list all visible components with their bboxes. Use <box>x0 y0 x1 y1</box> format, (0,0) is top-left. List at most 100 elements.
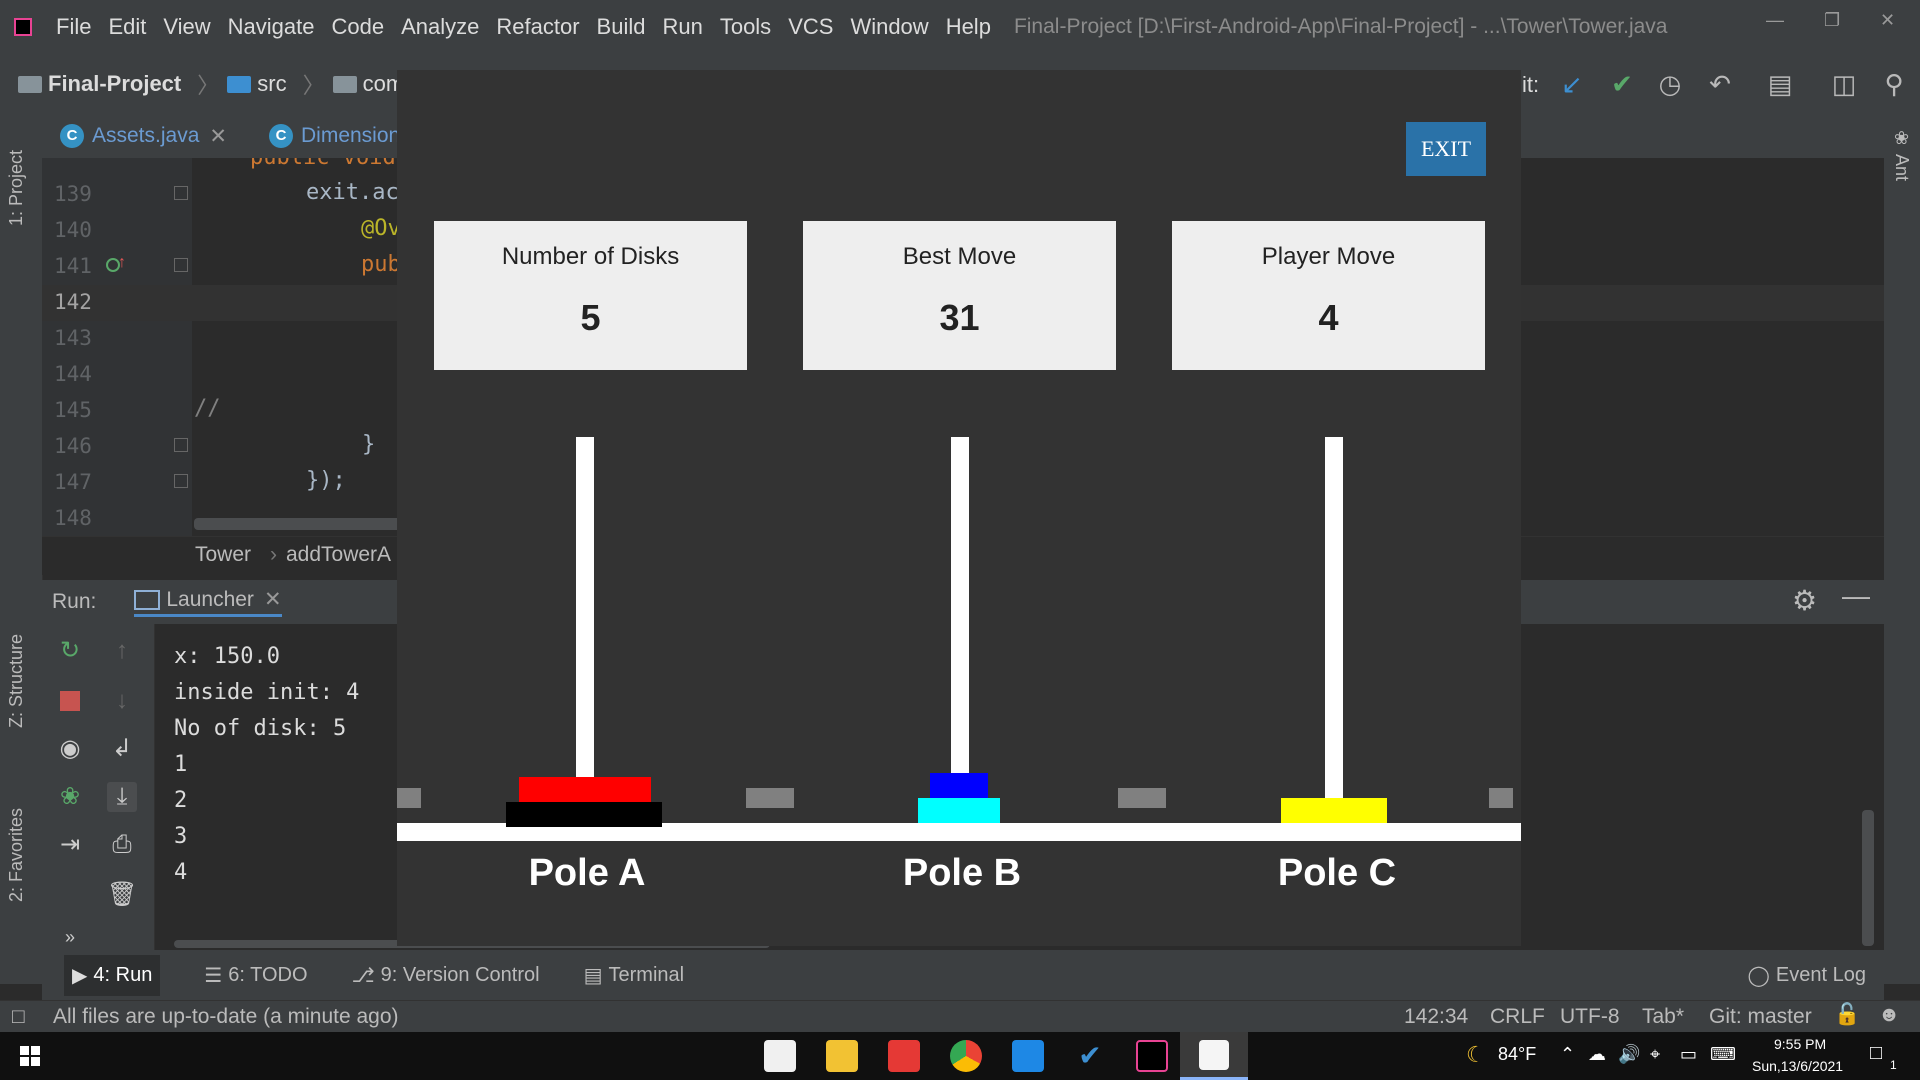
store-icon[interactable] <box>764 1040 796 1072</box>
caret-position[interactable]: 142:34 <box>1404 1005 1468 1029</box>
git-branch[interactable]: Git: master <box>1709 1005 1812 1029</box>
scroll-to-end-icon[interactable]: ⤓ <box>107 782 137 812</box>
mail-icon[interactable] <box>1012 1040 1044 1072</box>
tab-terminal[interactable]: ▤ Terminal <box>584 963 684 988</box>
indent-setting[interactable]: Tab* <box>1642 1005 1684 1029</box>
battery-icon[interactable]: ▭ <box>1680 1044 1697 1065</box>
network-icon[interactable]: ☁ <box>1588 1044 1606 1065</box>
volume-icon[interactable]: 🔊 <box>1618 1044 1640 1065</box>
rollback-icon[interactable]: ↶ <box>1704 68 1736 100</box>
breadcrumb-src[interactable]: src <box>227 71 287 97</box>
close-tab-icon[interactable]: ✕ <box>209 124 227 149</box>
close-tab-icon[interactable]: ✕ <box>264 587 282 612</box>
camera-icon[interactable]: ◉ <box>55 734 85 764</box>
pole-a[interactable] <box>576 437 594 823</box>
menu-build[interactable]: Build <box>597 14 646 40</box>
keyboard-icon[interactable]: ⌨ <box>1710 1044 1736 1065</box>
hide-panel-icon[interactable]: — <box>1842 580 1870 612</box>
favorites-tool-tab[interactable]: 2: Favorites <box>6 808 27 902</box>
exit-icon[interactable]: ⇥ <box>55 830 85 860</box>
pole-c[interactable] <box>1325 437 1343 823</box>
stop-icon[interactable] <box>55 686 85 716</box>
breadcrumb-method[interactable]: addTowerA <box>286 543 391 567</box>
intellij-taskbar-icon[interactable] <box>1136 1040 1168 1072</box>
breadcrumb-com[interactable]: com <box>332 71 404 97</box>
menu-navigate[interactable]: Navigate <box>228 14 315 40</box>
restore-icon[interactable]: ❐ <box>1824 10 1840 31</box>
clock-time[interactable]: 9:55 PM <box>1774 1036 1826 1052</box>
fold-icon[interactable] <box>174 186 188 200</box>
tab-version-control[interactable]: ⎇ 9: Version Control <box>352 963 540 988</box>
menu-vcs[interactable]: VCS <box>788 14 833 40</box>
tab-todo[interactable]: ☰ 6: TODO <box>204 963 307 988</box>
lock-icon[interactable]: 🔓 <box>1834 1003 1860 1027</box>
menu-help[interactable]: Help <box>946 14 991 40</box>
disk[interactable] <box>918 798 1000 823</box>
fold-icon[interactable] <box>174 438 188 452</box>
windows-start-icon[interactable] <box>20 1046 40 1066</box>
menu-analyze[interactable]: Analyze <box>401 14 479 40</box>
soft-wrap-icon[interactable]: ↲ <box>107 734 137 764</box>
disk[interactable] <box>1281 798 1387 823</box>
menu-window[interactable]: Window <box>850 14 928 40</box>
file-explorer-icon[interactable] <box>826 1040 858 1072</box>
minimize-icon[interactable]: — <box>1766 10 1784 31</box>
vcs-commit-icon[interactable]: ✔ <box>1606 68 1638 100</box>
settings-gear-icon[interactable]: ⚙ <box>1792 584 1817 617</box>
fold-icon[interactable] <box>174 474 188 488</box>
breadcrumb-class[interactable]: Tower <box>195 543 251 567</box>
gift-app-icon[interactable] <box>888 1040 920 1072</box>
weather-moon-icon[interactable]: ☾ <box>1466 1042 1486 1068</box>
chrome-icon[interactable] <box>950 1040 982 1072</box>
tab-assets-java[interactable]: C Assets.java ✕ <box>60 124 227 149</box>
disk[interactable] <box>519 777 651 802</box>
disk[interactable] <box>930 773 988 798</box>
file-encoding[interactable]: UTF-8 <box>1560 1005 1620 1029</box>
more-icon[interactable]: » <box>55 922 85 952</box>
tab-event-log[interactable]: ◯ Event Log <box>1748 963 1866 988</box>
line-separator[interactable]: CRLF <box>1490 1005 1545 1029</box>
tab-launcher[interactable]: Launcher ✕ <box>134 587 282 617</box>
tab-run[interactable]: ▶ 4: Run <box>64 954 161 996</box>
ant-icon[interactable]: ❀ <box>1894 128 1909 149</box>
console-vertical-scrollbar[interactable] <box>1862 810 1874 946</box>
fold-icon[interactable] <box>174 258 188 272</box>
debug-icon[interactable]: ❀ <box>55 782 85 812</box>
exit-button[interactable]: EXIT <box>1406 122 1486 176</box>
trash-icon[interactable]: 🗑 <box>107 880 137 910</box>
clock-date[interactable]: Sun,13/6/2021 <box>1752 1058 1843 1074</box>
wifi-icon[interactable]: ⌖ <box>1650 1044 1660 1065</box>
structure-tool-tab[interactable]: Z: Structure <box>6 634 27 728</box>
panel-toggle-icon[interactable]: □ <box>12 1005 25 1029</box>
inspector-icon[interactable]: ☻ <box>1878 1003 1900 1027</box>
breadcrumb-project[interactable]: Final-Project <box>18 71 181 97</box>
menu-refactor[interactable]: Refactor <box>496 14 579 40</box>
menu-view[interactable]: View <box>163 14 210 40</box>
tab-dimension-java[interactable]: C Dimension.j <box>269 124 411 148</box>
pole-b[interactable] <box>951 437 969 823</box>
notifications-icon[interactable]: □ <box>1870 1042 1882 1065</box>
project-structure-icon[interactable]: ▤ <box>1764 68 1796 100</box>
menu-tools[interactable]: Tools <box>720 14 771 40</box>
ant-tool-tab[interactable]: Ant <box>1891 154 1912 181</box>
project-tool-tab[interactable]: 1: Project <box>6 150 27 226</box>
up-arrow-icon[interactable]: ↑ <box>107 636 137 666</box>
menu-edit[interactable]: Edit <box>108 14 146 40</box>
java-app-taskbar-button[interactable] <box>1180 1032 1248 1080</box>
print-icon[interactable]: ⎙ <box>107 830 137 860</box>
rerun-icon[interactable]: ↻ <box>55 636 85 666</box>
history-icon[interactable]: ◷ <box>1654 68 1686 100</box>
disk[interactable] <box>506 802 662 827</box>
down-arrow-icon[interactable]: ↓ <box>107 686 137 716</box>
search-icon[interactable]: ⚲ <box>1878 68 1910 100</box>
device-manager-icon[interactable]: ◫ <box>1828 68 1860 100</box>
menu-file[interactable]: File <box>56 14 91 40</box>
close-window-icon[interactable]: ✕ <box>1880 10 1895 31</box>
menu-code[interactable]: Code <box>332 14 385 40</box>
todo-check-icon[interactable]: ✔ <box>1074 1040 1106 1072</box>
vcs-update-icon[interactable]: ↙ <box>1556 68 1588 100</box>
tray-expand-icon[interactable]: ⌃ <box>1560 1044 1575 1065</box>
horizontal-scrollbar[interactable] <box>194 518 404 530</box>
temperature[interactable]: 84°F <box>1498 1044 1536 1065</box>
menu-run[interactable]: Run <box>662 14 702 40</box>
